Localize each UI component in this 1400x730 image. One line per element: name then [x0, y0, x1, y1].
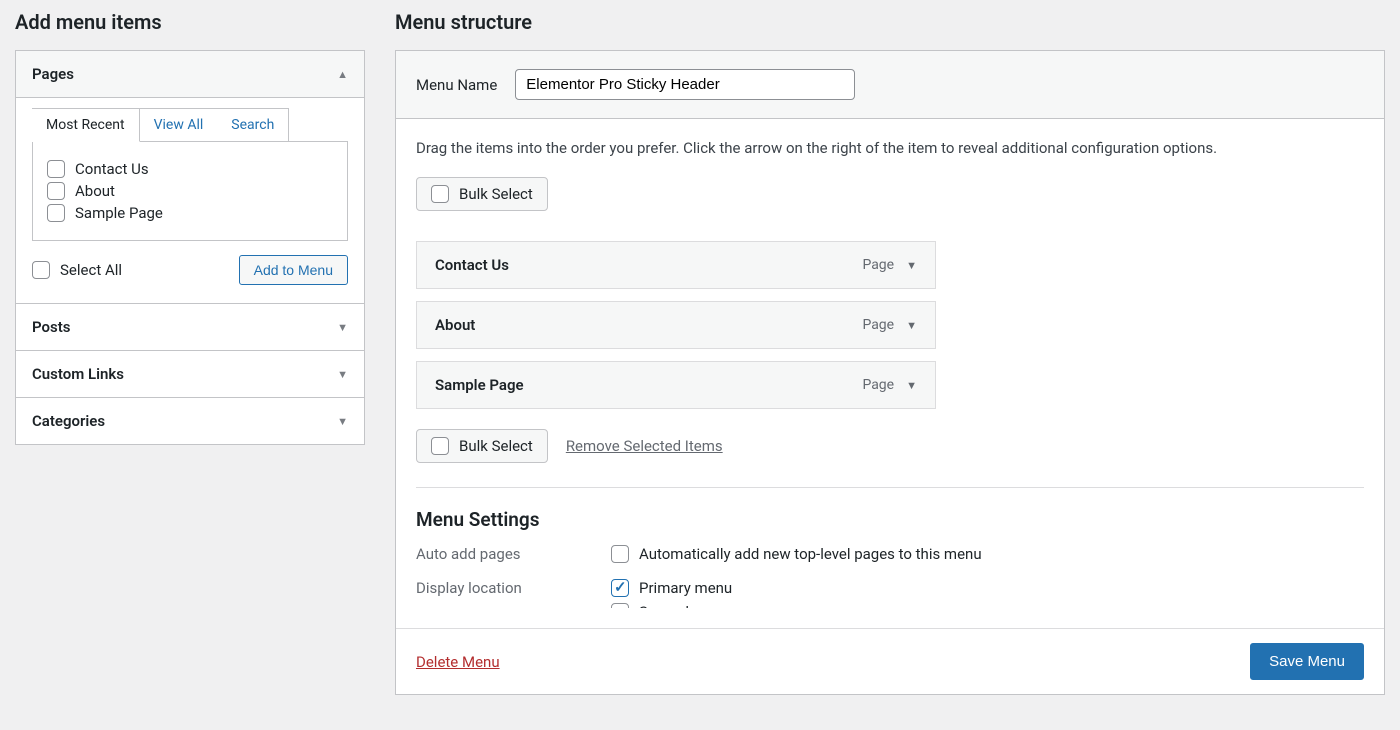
pages-tabbar: Most Recent View All Search: [32, 108, 289, 142]
bulk-select-label: Bulk Select: [459, 185, 533, 203]
save-menu-button[interactable]: Save Menu: [1250, 643, 1364, 680]
panel-pages-header[interactable]: Pages ▲: [16, 51, 364, 97]
bulk-select-label: Bulk Select: [459, 437, 533, 455]
tab-search[interactable]: Search: [217, 109, 288, 142]
menu-item-type: Page: [862, 377, 894, 393]
select-all-label: Select All: [60, 261, 122, 279]
location-secondary-option[interactable]: Secondary menu: [611, 603, 1364, 608]
menu-settings-heading: Menu Settings: [416, 508, 1364, 531]
add-to-menu-button[interactable]: Add to Menu: [239, 255, 348, 285]
caret-down-icon: ▼: [337, 368, 348, 381]
menu-item-type: Page: [862, 317, 894, 333]
auto-add-label: Auto add pages: [416, 545, 611, 563]
menu-item-type: Page: [862, 257, 894, 273]
add-items-heading: Add menu items: [15, 10, 365, 34]
caret-down-icon: ▼: [337, 321, 348, 334]
page-option-label: About: [75, 182, 115, 200]
panel-pages-body: Most Recent View All Search Contact Us A…: [16, 97, 364, 303]
menu-structure-heading: Menu structure: [395, 10, 1385, 34]
panel-posts-label: Posts: [32, 318, 70, 336]
menu-name-input[interactable]: [515, 69, 855, 100]
page-checkbox[interactable]: [47, 204, 65, 222]
location-primary-option[interactable]: Primary menu: [611, 579, 1364, 597]
page-checkbox[interactable]: [47, 182, 65, 200]
auto-add-option-text: Automatically add new top-level pages to…: [639, 545, 982, 563]
pages-tab-content: Contact Us About Sample Page: [32, 141, 348, 241]
caret-down-icon[interactable]: ▼: [906, 379, 917, 392]
bulk-select-bottom[interactable]: Bulk Select: [416, 429, 548, 463]
location-primary-text: Primary menu: [639, 579, 732, 597]
accordion-container: Pages ▲ Most Recent View All Search Cont…: [15, 50, 365, 445]
panel-posts-header[interactable]: Posts ▼: [16, 303, 364, 350]
auto-add-checkbox[interactable]: [611, 545, 629, 563]
page-option-label: Sample Page: [75, 204, 163, 222]
bulk-select-checkbox[interactable]: [431, 185, 449, 203]
location-secondary-checkbox[interactable]: [611, 603, 629, 608]
caret-up-icon: ▲: [337, 68, 348, 81]
panel-custom-links-header[interactable]: Custom Links ▼: [16, 350, 364, 397]
panel-pages-label: Pages: [32, 65, 74, 83]
menu-item[interactable]: Contact Us Page ▼: [416, 241, 936, 289]
delete-menu-link[interactable]: Delete Menu: [416, 653, 500, 671]
tab-most-recent[interactable]: Most Recent: [32, 109, 140, 142]
panel-custom-links-label: Custom Links: [32, 365, 124, 383]
location-primary-checkbox[interactable]: [611, 579, 629, 597]
display-location-label: Display location: [416, 579, 611, 597]
bulk-select-checkbox[interactable]: [431, 437, 449, 455]
bulk-select-top[interactable]: Bulk Select: [416, 177, 548, 211]
caret-down-icon: ▼: [337, 415, 348, 428]
select-all-checkbox[interactable]: [32, 261, 50, 279]
auto-add-option[interactable]: Automatically add new top-level pages to…: [611, 545, 1364, 563]
instructions-text: Drag the items into the order you prefer…: [416, 139, 1364, 157]
tab-view-all[interactable]: View All: [140, 109, 218, 142]
page-option-sample-page[interactable]: Sample Page: [47, 204, 333, 222]
location-secondary-text: Secondary menu: [639, 603, 751, 608]
separator: [416, 487, 1364, 488]
menu-item[interactable]: Sample Page Page ▼: [416, 361, 936, 409]
remove-selected-link[interactable]: Remove Selected Items: [566, 437, 723, 455]
select-all-row[interactable]: Select All: [32, 261, 122, 279]
panel-categories-label: Categories: [32, 412, 105, 430]
menu-item[interactable]: About Page ▼: [416, 301, 936, 349]
menu-item-title: About: [435, 316, 475, 334]
page-option-contact-us[interactable]: Contact Us: [47, 160, 333, 178]
caret-down-icon[interactable]: ▼: [906, 259, 917, 272]
page-option-label: Contact Us: [75, 160, 149, 178]
menu-items-list: Contact Us Page ▼ About Page ▼: [416, 241, 936, 409]
menu-item-title: Sample Page: [435, 376, 524, 394]
menu-name-label: Menu Name: [416, 76, 497, 94]
menu-item-title: Contact Us: [435, 256, 509, 274]
structure-box: Menu Name Drag the items into the order …: [395, 50, 1385, 695]
caret-down-icon[interactable]: ▼: [906, 319, 917, 332]
panel-categories-header[interactable]: Categories ▼: [16, 397, 364, 444]
page-checkbox[interactable]: [47, 160, 65, 178]
menu-settings: Menu Settings Auto add pages Automatical…: [416, 508, 1364, 608]
page-option-about[interactable]: About: [47, 182, 333, 200]
